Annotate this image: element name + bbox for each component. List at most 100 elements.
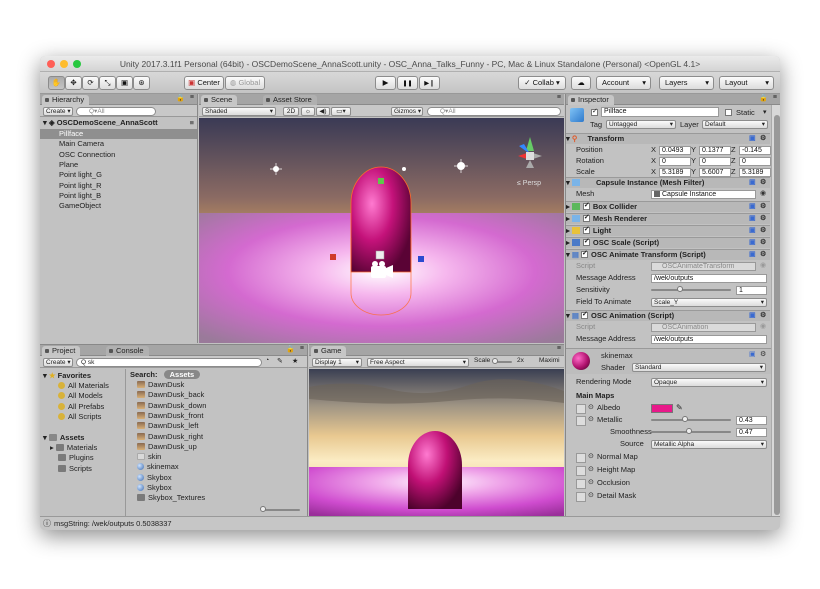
static-checkbox[interactable]	[725, 109, 732, 116]
space-global-button[interactable]: ◍ Global	[225, 76, 265, 90]
texture-slot[interactable]	[576, 492, 586, 502]
tab-console[interactable]: Console	[106, 346, 149, 356]
texture-picker-icon[interactable]: ⊙	[588, 478, 594, 488]
persp-label[interactable]: ≤ Persp	[517, 180, 541, 187]
scene-search-input[interactable]: Q▾All	[427, 106, 561, 116]
static-dropdown-arrow-icon[interactable]: ▾	[763, 108, 767, 116]
transform-tool-button[interactable]: ⊛	[133, 76, 150, 90]
object-picker-icon[interactable]: ◉	[760, 190, 768, 198]
tab-project[interactable]: Project	[42, 346, 81, 356]
scene-lighting-toggle[interactable]: ☼	[301, 106, 315, 116]
rotation-y-input[interactable]: 0	[699, 156, 731, 166]
icon-size-slider[interactable]	[260, 506, 300, 512]
component-enabled-checkbox[interactable]	[582, 213, 590, 223]
help-icon[interactable]: ▣	[749, 215, 757, 223]
play-button[interactable]: ▶	[375, 76, 396, 90]
position-x-input[interactable]: 0.0493	[659, 145, 691, 155]
scene-root-row[interactable]: ▾ ◈ OSCDemoScene_AnnaScott ≡	[40, 118, 197, 128]
inspector-scrollbar[interactable]	[771, 105, 780, 516]
lock-icon[interactable]: 🔒	[176, 94, 185, 102]
collab-button[interactable]: ✓ Collab ▾	[518, 76, 566, 90]
animate-address-input[interactable]: /wek/outputs	[651, 273, 767, 283]
tab-hierarchy[interactable]: Hierarchy	[42, 95, 90, 105]
scale-z-input[interactable]: 5.3189	[739, 167, 771, 177]
scene-view[interactable]: ≤ Persp	[199, 118, 564, 343]
layer-dropdown[interactable]: Default ▾	[702, 120, 768, 129]
gear-icon[interactable]: ⚙	[760, 215, 768, 223]
sensitivity-slider[interactable]	[651, 286, 731, 292]
eyedropper-icon[interactable]: ✎	[676, 403, 683, 413]
help-icon[interactable]: ▣	[749, 239, 757, 247]
layout-dropdown[interactable]: Layout ▾	[719, 76, 774, 90]
object-name-input[interactable]: Pillface	[601, 107, 719, 117]
metallic-picker-icon[interactable]: ⊙	[588, 415, 594, 425]
gear-icon[interactable]: ⚙	[760, 239, 768, 247]
search-scope-assets[interactable]: Assets	[163, 370, 201, 379]
scene-menu-icon[interactable]: ≡	[190, 118, 194, 128]
albedo-color-swatch[interactable]	[651, 404, 673, 413]
favorite-item[interactable]: All Prefabs	[58, 402, 104, 412]
asset-result-item[interactable]: Skybox	[137, 483, 172, 493]
lock-icon[interactable]: 🔒	[286, 345, 295, 353]
scale-x-input[interactable]: 5.3189	[659, 167, 691, 177]
pause-button[interactable]: ❚❚	[397, 76, 418, 90]
panel-menu-icon[interactable]: ≡	[300, 345, 304, 352]
field-to-animate-dropdown[interactable]: Scale_Y ▾	[651, 297, 767, 307]
panel-menu-icon[interactable]: ≡	[557, 94, 561, 101]
component-header[interactable]: ▸ Mesh Renderer▣⚙	[566, 213, 770, 224]
gear-icon[interactable]: ⚙	[760, 135, 768, 143]
metallic-slider-knob[interactable]	[682, 416, 689, 422]
asset-result-item[interactable]: DawnDusk_down	[137, 401, 206, 411]
gear-icon[interactable]: ⚙	[760, 312, 768, 320]
asset-result-item[interactable]: DawnDusk_up	[137, 442, 197, 452]
scene-effects-dropdown[interactable]: ▭▾	[331, 106, 351, 116]
osc-animate-transform-enabled[interactable]	[581, 249, 589, 259]
account-dropdown[interactable]: Account ▾	[596, 76, 651, 90]
favorite-item[interactable]: All Models	[58, 391, 103, 401]
rotation-x-input[interactable]: 0	[659, 156, 691, 166]
tab-asset-store[interactable]: Asset Store	[263, 95, 317, 105]
smoothness-input[interactable]: 0.47	[736, 427, 767, 437]
tab-game[interactable]: Game	[311, 346, 347, 356]
asset-result-item[interactable]: DawnDusk	[137, 380, 184, 390]
albedo-picker-icon[interactable]: ⊙	[588, 403, 594, 413]
hierarchy-search-input[interactable]: Q▾All	[76, 106, 156, 116]
hierarchy-create-button[interactable]: Create ▾	[43, 106, 73, 116]
shading-mode-dropdown[interactable]: Shaded ▾	[202, 106, 276, 116]
sensitivity-input[interactable]: 1	[736, 285, 767, 295]
osc-animation-header[interactable]: ▾ ▤ OSC Animation (Script) ▣ ⚙	[566, 310, 770, 321]
material-header[interactable]: skinemax Shader Standard ▾ ▣ ⚙	[566, 348, 771, 374]
move-tool-button[interactable]: ✥	[65, 76, 82, 90]
pivot-center-button[interactable]: ▣ Center	[184, 76, 224, 90]
rotate-tool-button[interactable]: ⟳	[82, 76, 99, 90]
asset-result-item[interactable]: DawnDusk_back	[137, 390, 204, 400]
hand-tool-button[interactable]: ✋	[48, 76, 65, 90]
component-header[interactable]: ▸ Box Collider▣⚙	[566, 201, 770, 212]
hierarchy-item[interactable]: Point light_R	[40, 181, 197, 191]
component-enabled-checkbox[interactable]	[582, 237, 590, 247]
component-header[interactable]: ▸ Light▣⚙	[566, 225, 770, 236]
smoothness-slider[interactable]	[651, 428, 731, 434]
albedo-texture-slot[interactable]	[576, 404, 586, 414]
object-active-checkbox[interactable]	[591, 107, 598, 116]
gizmos-dropdown[interactable]: Gizmos ▾	[391, 106, 423, 116]
minimize-window-button[interactable]	[60, 60, 68, 68]
game-scale-slider-knob[interactable]	[492, 358, 498, 364]
texture-slot[interactable]	[576, 479, 586, 489]
game-view[interactable]	[309, 369, 564, 516]
hierarchy-item[interactable]: OSC Connection	[40, 150, 197, 160]
texture-picker-icon[interactable]: ⊙	[588, 465, 594, 475]
tab-inspector[interactable]: Inspector	[568, 95, 614, 105]
hierarchy-item[interactable]: Point light_G	[40, 170, 197, 180]
project-search-input[interactable]: Q sk	[76, 357, 262, 367]
mesh-object-field[interactable]: Capsule Instance	[651, 189, 756, 199]
aspect-dropdown[interactable]: Free Aspect ▾	[367, 357, 469, 367]
layers-dropdown[interactable]: Layers ▾	[659, 76, 714, 90]
asset-result-item[interactable]: Skybox_Textures	[137, 493, 205, 503]
texture-picker-icon[interactable]: ⊙	[588, 491, 594, 501]
texture-slot[interactable]	[576, 466, 586, 476]
project-create-button[interactable]: Create ▾	[43, 357, 73, 367]
metallic-input[interactable]: 0.43	[736, 415, 767, 425]
component-enabled-checkbox[interactable]	[582, 225, 590, 235]
favorite-star-icon[interactable]: ★	[292, 357, 298, 365]
